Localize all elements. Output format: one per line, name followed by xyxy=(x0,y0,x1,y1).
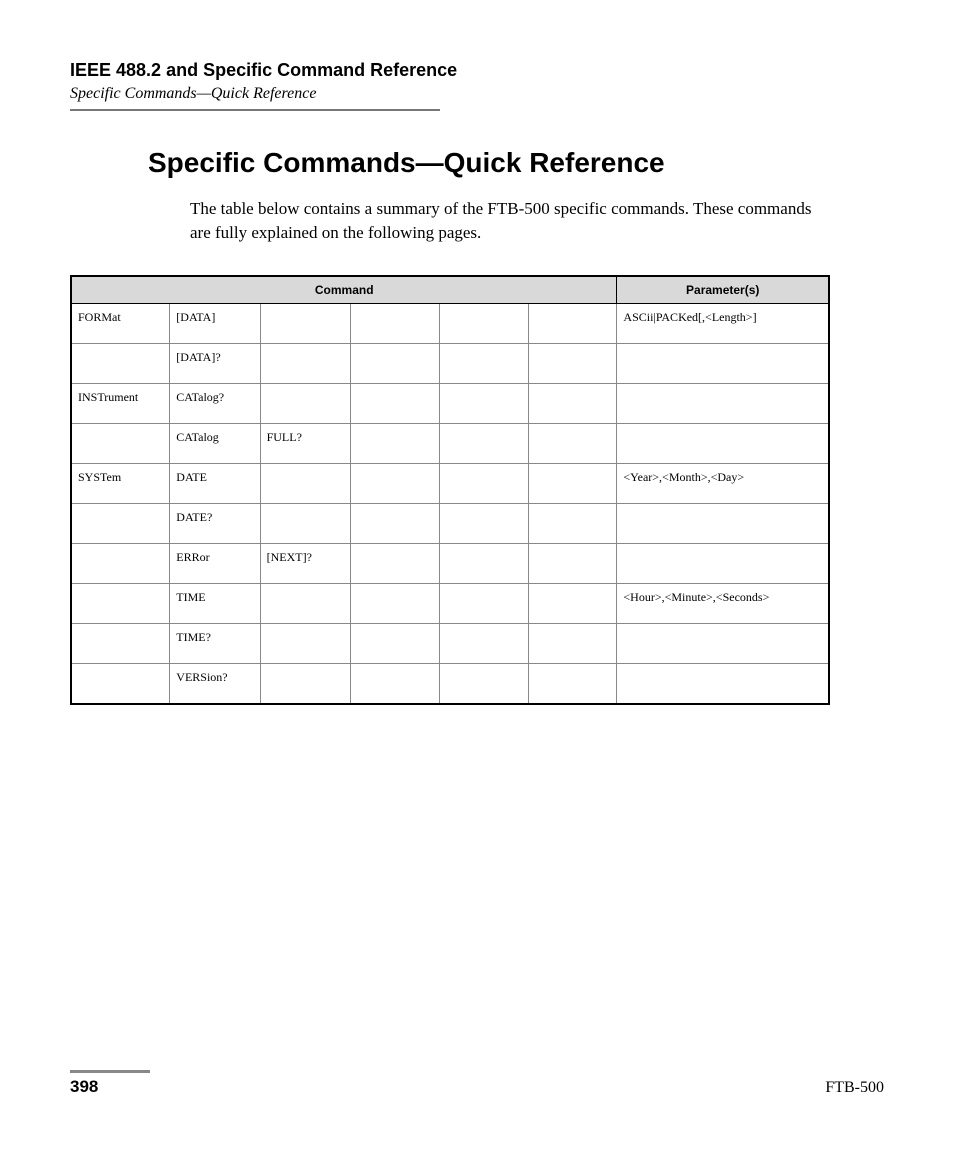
table-row: TIME? xyxy=(71,623,829,663)
table-cell: DATE xyxy=(170,463,260,503)
table-row: ERRor[NEXT]? xyxy=(71,543,829,583)
table-cell xyxy=(260,583,350,623)
table-cell: SYSTem xyxy=(71,463,170,503)
table-cell xyxy=(350,383,439,423)
table-row: VERSion? xyxy=(71,663,829,704)
table-row: INSTrumentCATalog? xyxy=(71,383,829,423)
table-cell xyxy=(617,423,829,463)
table-cell xyxy=(260,303,350,343)
table-cell: INSTrument xyxy=(71,383,170,423)
table-row: [DATA]? xyxy=(71,343,829,383)
chapter-subtitle: Specific Commands—Quick Reference xyxy=(70,85,884,103)
table-row: TIME <Hour>,<Minute>,<Seconds> xyxy=(71,583,829,623)
table-cell xyxy=(71,663,170,704)
chapter-title: IEEE 488.2 and Specific Command Referenc… xyxy=(70,60,884,81)
table-header-row: Command Parameter(s) xyxy=(71,276,829,304)
table-cell: TIME xyxy=(170,583,260,623)
table-cell xyxy=(350,543,439,583)
header-parameters: Parameter(s) xyxy=(617,276,829,304)
table-cell xyxy=(617,663,829,704)
table-cell: CATalog xyxy=(170,423,260,463)
table-cell xyxy=(260,463,350,503)
table-cell xyxy=(71,623,170,663)
table-cell: FORMat xyxy=(71,303,170,343)
table-cell xyxy=(260,503,350,543)
table-cell xyxy=(528,383,617,423)
table-cell xyxy=(528,463,617,503)
table-cell xyxy=(528,423,617,463)
table-cell xyxy=(528,503,617,543)
table-cell xyxy=(528,303,617,343)
table-cell xyxy=(528,343,617,383)
intro-paragraph: The table below contains a summary of th… xyxy=(190,197,824,245)
table-row: FORMat[DATA] ASCii|PACKed[,<Length>] xyxy=(71,303,829,343)
table-cell xyxy=(439,463,528,503)
page-number: 398 xyxy=(70,1077,98,1097)
command-table: Command Parameter(s) FORMat[DATA] ASCii|P… xyxy=(70,275,830,705)
table-cell xyxy=(71,583,170,623)
table-cell xyxy=(71,423,170,463)
table-cell xyxy=(260,383,350,423)
table-cell xyxy=(439,583,528,623)
table-cell: ERRor xyxy=(170,543,260,583)
table-cell xyxy=(439,303,528,343)
table-cell xyxy=(439,423,528,463)
table-cell xyxy=(350,503,439,543)
table-cell xyxy=(528,663,617,704)
table-cell xyxy=(528,583,617,623)
table-cell xyxy=(350,303,439,343)
table-cell xyxy=(439,383,528,423)
table-cell xyxy=(439,663,528,704)
header-rule xyxy=(70,109,440,111)
table-row: SYSTemDATE <Year>,<Month>,<Day> xyxy=(71,463,829,503)
table-cell xyxy=(617,543,829,583)
table-cell xyxy=(71,343,170,383)
table-cell xyxy=(439,503,528,543)
table-cell xyxy=(617,343,829,383)
table-cell xyxy=(350,623,439,663)
header-command: Command xyxy=(71,276,617,304)
table-cell xyxy=(350,663,439,704)
table-cell xyxy=(260,663,350,704)
table-cell: FULL? xyxy=(260,423,350,463)
table-cell xyxy=(350,583,439,623)
table-cell: CATalog? xyxy=(170,383,260,423)
page-footer: 398 FTB-500 xyxy=(70,1070,884,1097)
table-cell xyxy=(260,343,350,383)
table-cell xyxy=(439,543,528,583)
table-cell xyxy=(439,623,528,663)
table-cell xyxy=(617,503,829,543)
section-heading: Specific Commands—Quick Reference xyxy=(148,147,884,179)
table-cell xyxy=(528,623,617,663)
table-cell xyxy=(350,463,439,503)
table-row: DATE? xyxy=(71,503,829,543)
table-cell: TIME? xyxy=(170,623,260,663)
table-cell xyxy=(71,543,170,583)
table-cell: [DATA]? xyxy=(170,343,260,383)
table-cell: [DATA] xyxy=(170,303,260,343)
table-cell: <Hour>,<Minute>,<Seconds> xyxy=(617,583,829,623)
table-cell: DATE? xyxy=(170,503,260,543)
table-cell: [NEXT]? xyxy=(260,543,350,583)
product-label: FTB-500 xyxy=(825,1079,884,1097)
table-cell: VERSion? xyxy=(170,663,260,704)
table-cell xyxy=(528,543,617,583)
table-cell xyxy=(617,383,829,423)
table-cell xyxy=(350,423,439,463)
footer-rule xyxy=(70,1070,150,1073)
document-page: IEEE 488.2 and Specific Command Referenc… xyxy=(0,0,954,1159)
table-cell xyxy=(260,623,350,663)
table-cell: <Year>,<Month>,<Day> xyxy=(617,463,829,503)
table-cell xyxy=(617,623,829,663)
table-cell xyxy=(439,343,528,383)
table-cell: ASCii|PACKed[,<Length>] xyxy=(617,303,829,343)
table-cell xyxy=(71,503,170,543)
table-cell xyxy=(350,343,439,383)
table-row: CATalogFULL? xyxy=(71,423,829,463)
